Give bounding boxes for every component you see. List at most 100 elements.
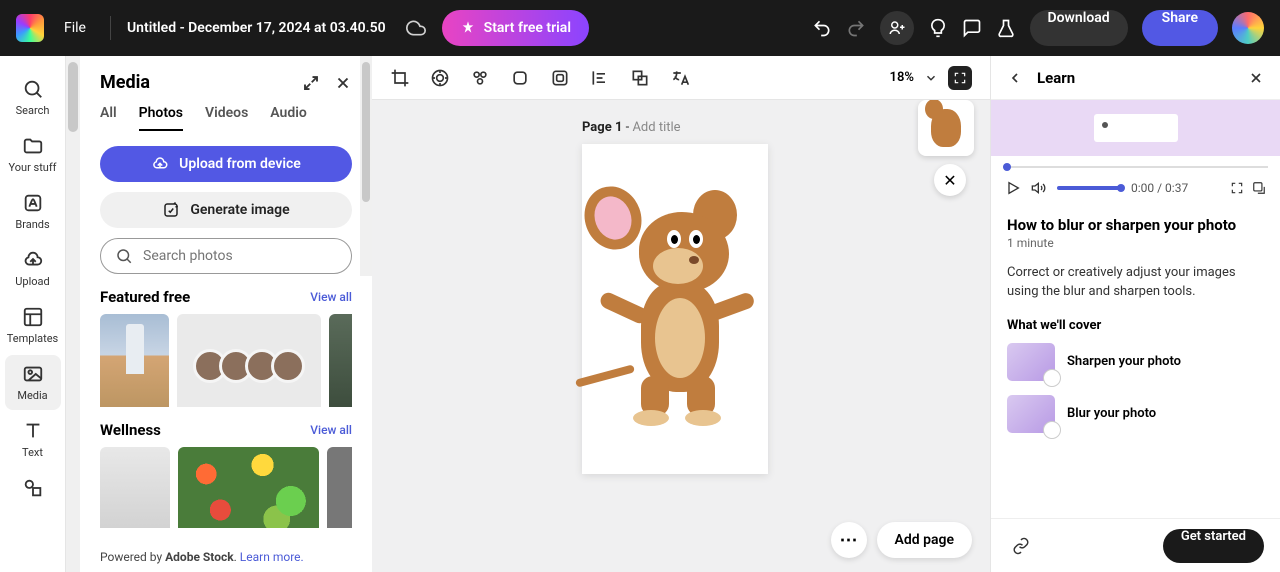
canvas-image-jerry[interactable] <box>595 204 755 444</box>
page-label[interactable]: Page 1 - Add title <box>582 120 681 135</box>
mask-icon[interactable] <box>550 68 570 88</box>
expand-icon[interactable] <box>302 74 320 92</box>
volume-icon[interactable] <box>1031 180 1047 196</box>
lesson-item-sharpen[interactable]: Sharpen your photo <box>1007 343 1264 381</box>
lightbulb-icon[interactable] <box>928 18 948 38</box>
rail-upload[interactable]: Upload <box>5 241 61 296</box>
view-all-featured[interactable]: View all <box>310 290 352 304</box>
wellness-thumbs <box>100 447 352 528</box>
stock-thumb[interactable] <box>100 314 169 407</box>
panel-scrollbar[interactable] <box>360 56 372 276</box>
video-time: 0:00 / 0:37 <box>1131 181 1188 195</box>
back-icon[interactable] <box>1007 70 1023 86</box>
tab-audio[interactable]: Audio <box>270 105 307 131</box>
undo-icon[interactable] <box>812 18 832 38</box>
lesson-duration: 1 minute <box>1007 236 1264 250</box>
download-button[interactable]: Download <box>1030 10 1128 46</box>
generate-image-button[interactable]: Generate image <box>100 192 352 228</box>
rail-scrollbar[interactable] <box>66 56 80 572</box>
get-started-button[interactable]: Get started <box>1163 529 1264 563</box>
close-learn-icon[interactable] <box>1248 70 1264 86</box>
effects-icon[interactable] <box>470 68 490 88</box>
app-logo[interactable] <box>16 14 44 42</box>
chevron-down-icon[interactable] <box>924 71 938 85</box>
layers-icon[interactable] <box>630 68 650 88</box>
start-trial-button[interactable]: Start free trial <box>442 10 589 46</box>
stock-thumb[interactable] <box>178 447 318 528</box>
align-icon[interactable] <box>590 68 610 88</box>
learn-more-link[interactable]: Learn more. <box>240 550 304 564</box>
rail-text[interactable]: Text <box>5 412 61 467</box>
lesson-name: Blur your photo <box>1067 406 1156 421</box>
upload-label: Upload from device <box>179 156 301 172</box>
rail-label: Templates <box>7 332 58 345</box>
video-progress[interactable] <box>1003 162 1268 172</box>
redo-icon[interactable] <box>846 18 866 38</box>
tab-all[interactable]: All <box>100 105 117 131</box>
crop-icon[interactable] <box>390 68 410 88</box>
canvas-toolbar: 18% <box>372 56 990 100</box>
stock-thumb[interactable] <box>329 314 352 407</box>
main: Search Your stuff Brands Upload Template… <box>0 56 1280 572</box>
popout-icon[interactable] <box>1252 181 1266 195</box>
search-field[interactable] <box>143 248 337 264</box>
rail-label: Brands <box>15 218 49 231</box>
close-thumbnail-icon[interactable]: ✕ <box>934 164 966 196</box>
play-icon[interactable] <box>1005 180 1021 196</box>
adjust-icon[interactable] <box>430 68 450 88</box>
canvas-body[interactable]: Page 1 - Add title ✕ ⋯ Add page <box>372 100 990 572</box>
rail-label: Upload <box>15 275 49 288</box>
upload-from-device-button[interactable]: Upload from device <box>100 146 352 182</box>
rail-elements[interactable] <box>5 469 61 499</box>
stock-thumb[interactable] <box>177 314 321 407</box>
search-photos-input[interactable] <box>100 238 352 274</box>
add-page-button[interactable]: Add page <box>877 522 972 558</box>
artboard-page-1[interactable] <box>582 144 768 474</box>
share-button[interactable]: Share <box>1142 10 1218 46</box>
generate-label: Generate image <box>190 202 289 218</box>
stock-thumb[interactable] <box>100 447 170 528</box>
fullscreen-icon[interactable] <box>1230 181 1244 195</box>
media-footer: Powered by Adobe Stock. Learn more. <box>100 542 352 564</box>
tab-photos[interactable]: Photos <box>139 105 183 131</box>
trial-label: Start free trial <box>484 20 571 36</box>
view-all-wellness[interactable]: View all <box>310 423 352 437</box>
user-avatar[interactable] <box>1232 12 1264 44</box>
zoom-value[interactable]: 18% <box>890 70 914 85</box>
rail-label: Media <box>17 389 47 402</box>
lesson-thumb <box>1007 343 1055 381</box>
cloud-sync-icon[interactable] <box>406 18 426 38</box>
search-icon <box>115 247 133 265</box>
stock-thumb[interactable] <box>327 447 352 528</box>
rail-your-stuff[interactable]: Your stuff <box>5 127 61 182</box>
cover-heading: What we'll cover <box>1007 318 1264 333</box>
comment-icon[interactable] <box>962 18 982 38</box>
more-options-icon[interactable]: ⋯ <box>831 522 867 558</box>
canvas-area: 18% Page 1 - Add title ✕ <box>372 56 990 572</box>
rail-label: Your stuff <box>8 161 56 174</box>
video-player[interactable]: 0:00 / 0:37 <box>991 100 1280 206</box>
volume-slider[interactable] <box>1057 186 1121 190</box>
invite-icon[interactable] <box>880 11 914 45</box>
lesson-item-blur[interactable]: Blur your photo <box>1007 395 1264 433</box>
beaker-icon[interactable] <box>996 18 1016 38</box>
close-panel-icon[interactable] <box>334 74 352 92</box>
media-title: Media <box>100 72 150 93</box>
shape-icon[interactable] <box>510 68 530 88</box>
link-icon[interactable] <box>1007 532 1035 560</box>
media-panel: Media All Photos Videos Audio Upload fro… <box>80 56 372 572</box>
lesson-description: Correct or creatively adjust your images… <box>1007 264 1264 302</box>
page-thumbnail[interactable] <box>918 100 974 156</box>
document-title[interactable]: Untitled - December 17, 2024 at 03.40.50 <box>127 20 386 36</box>
fit-icon[interactable] <box>948 66 972 90</box>
rail-templates[interactable]: Templates <box>5 298 61 353</box>
rail-media[interactable]: Media <box>5 355 61 410</box>
file-menu[interactable]: File <box>64 20 86 36</box>
tab-videos[interactable]: Videos <box>205 105 248 131</box>
lesson-name: Sharpen your photo <box>1067 354 1181 369</box>
section-featured: Featured free <box>100 288 190 306</box>
rail-brands[interactable]: Brands <box>5 184 61 239</box>
translate-icon[interactable] <box>670 68 690 88</box>
featured-thumbs <box>100 314 352 407</box>
rail-search[interactable]: Search <box>5 70 61 125</box>
